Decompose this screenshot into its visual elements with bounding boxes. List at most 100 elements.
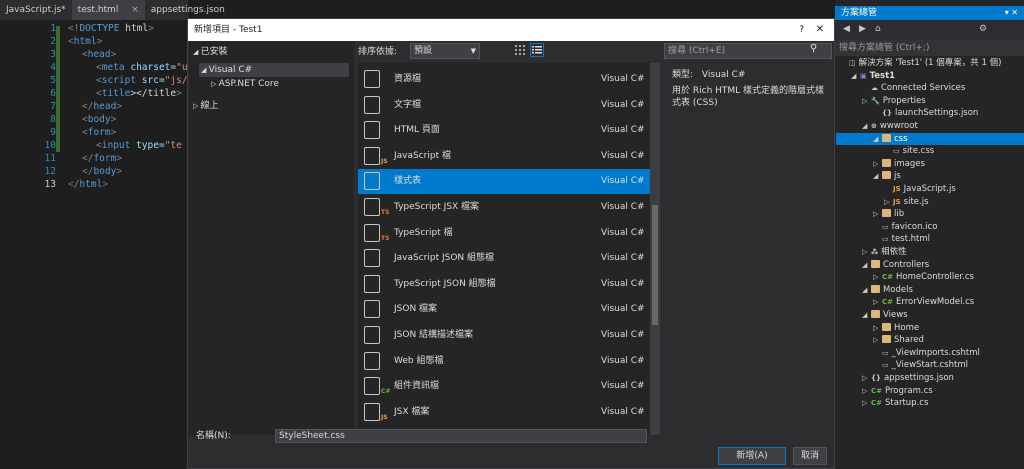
- expand-arrow-icon[interactable]: ◢: [862, 259, 871, 272]
- expand-arrow-icon[interactable]: ◢: [862, 284, 871, 297]
- expand-arrow-icon[interactable]: ▷: [862, 95, 871, 108]
- tree-item[interactable]: ▷ C# ErrorViewModel.cs: [836, 296, 1024, 309]
- back-icon[interactable]: ◀: [843, 24, 850, 34]
- expand-arrow-icon[interactable]: ▷: [862, 397, 871, 410]
- tree-item[interactable]: ▭ test.html: [836, 233, 1024, 246]
- tree-item[interactable]: ▷ C# HomeController.cs: [836, 271, 1024, 284]
- tree-item[interactable]: ◢ Controllers: [836, 259, 1024, 272]
- tree-item[interactable]: ◢ Views: [836, 309, 1024, 322]
- expand-arrow-icon[interactable]: ◢: [873, 133, 882, 146]
- tab-appsettings-json[interactable]: appsettings.json: [145, 0, 231, 20]
- template-name: 樣式表: [394, 176, 422, 187]
- pin-icon[interactable]: ▾ ✕: [1005, 6, 1018, 20]
- wrench-icon[interactable]: ⚙: [979, 24, 987, 34]
- tree-item[interactable]: ▷ C# Startup.cs: [836, 397, 1024, 410]
- template-item[interactable]: 文字檔 Visual C#: [358, 93, 650, 118]
- template-type: Visual C#: [601, 253, 645, 264]
- expand-arrow-icon[interactable]: ▷: [873, 322, 882, 335]
- tree-item[interactable]: ▷ C# Program.cs: [836, 385, 1024, 398]
- tree-item[interactable]: ▷ lib: [836, 208, 1024, 221]
- expand-arrow-icon[interactable]: ▷: [862, 385, 871, 398]
- file-template-icon: JS: [364, 402, 388, 421]
- template-item[interactable]: JavaScript JSON 組態檔 Visual C#: [358, 246, 650, 271]
- template-item[interactable]: JS JSX 檔案 Visual C#: [358, 400, 650, 425]
- installed-header[interactable]: ◢ 已安裝: [193, 45, 228, 59]
- tree-item[interactable]: ▷ Home: [836, 322, 1024, 335]
- tree-item[interactable]: JS JavaScript.js: [836, 183, 1024, 196]
- expand-arrow-icon[interactable]: ▷: [873, 158, 882, 171]
- expand-arrow-icon[interactable]: ◢: [851, 70, 860, 83]
- template-item[interactable]: TS TypeScript JSX 檔案 Visual C#: [358, 195, 650, 220]
- expand-arrow-icon[interactable]: ▷: [873, 334, 882, 347]
- template-item[interactable]: TypeScript JSON 組態檔 Visual C#: [358, 272, 650, 297]
- file-name-input[interactable]: StyleSheet.css: [275, 429, 647, 443]
- tree-item[interactable]: ◢ css: [836, 132, 1024, 146]
- expand-arrow-icon[interactable]: ◢: [873, 170, 882, 183]
- forward-icon[interactable]: ▶: [859, 24, 866, 34]
- tree-visual-csharp[interactable]: ◢ Visual C#: [199, 63, 349, 77]
- tree-item[interactable]: ▷ Shared: [836, 334, 1024, 347]
- wrench-icon: 🔧: [871, 96, 880, 105]
- tree-item[interactable]: ▭ _ViewImports.cshtml: [836, 347, 1024, 360]
- tab-javascript-js[interactable]: JavaScript.js*: [0, 0, 72, 20]
- tree-item[interactable]: ▭ site.css: [836, 145, 1024, 158]
- expand-arrow-icon[interactable]: ▷: [884, 196, 893, 209]
- tree-item[interactable]: ▷{} appsettings.json: [836, 372, 1024, 385]
- cancel-button[interactable]: 取消: [793, 447, 827, 465]
- template-item[interactable]: 樣式表 Visual C#: [358, 169, 650, 195]
- template-item[interactable]: TS TypeScript 檔 Visual C#: [358, 221, 650, 246]
- list-view-icon[interactable]: [530, 43, 544, 57]
- expand-arrow-icon[interactable]: ▷: [873, 271, 882, 284]
- tree-online[interactable]: ▷ 線上: [193, 99, 219, 113]
- tree-item[interactable]: ◢ Models: [836, 284, 1024, 297]
- template-item[interactable]: JSON 結構描述檔案 Visual C#: [358, 323, 650, 348]
- solution-search-input[interactable]: 搜尋方案總管 (Ctrl+;): [835, 40, 1024, 56]
- template-type: Visual C#: [601, 278, 645, 289]
- tree-item[interactable]: ◫ 解決方案 'Test1' (1 個專案，共 1 個): [836, 57, 1024, 70]
- expand-arrow-icon[interactable]: ◢: [862, 120, 871, 133]
- tree-item-label: Views: [883, 310, 908, 320]
- template-item[interactable]: JS JavaScript 檔 Visual C#: [358, 144, 650, 169]
- expand-arrow-icon[interactable]: ▷: [862, 372, 871, 385]
- tree-item[interactable]: {} launchSettings.json: [836, 107, 1024, 120]
- expand-arrow-icon[interactable]: ▷: [862, 246, 871, 259]
- file-template-icon: [364, 70, 380, 88]
- add-new-item-dialog: 新增項目 - Test1 ? ✕ ◢ 已安裝 ◢ Visual C# ▷ ASP…: [187, 18, 835, 469]
- folder-icon: [882, 158, 891, 167]
- grid-view-icon[interactable]: [514, 44, 526, 56]
- tree-aspnet-core[interactable]: ▷ ASP.NET Core: [211, 77, 279, 91]
- template-name: 文字檔: [394, 99, 422, 110]
- close-button[interactable]: ✕: [816, 19, 824, 41]
- template-item[interactable]: JSON 檔案 Visual C#: [358, 297, 650, 322]
- tree-item[interactable]: ▭ favicon.ico: [836, 221, 1024, 234]
- close-icon[interactable]: ×: [131, 5, 139, 15]
- tree-item[interactable]: ◢ ▣ Test1: [836, 70, 1024, 83]
- tree-item[interactable]: ◢ js: [836, 170, 1024, 183]
- tree-item[interactable]: ☁ Connected Services: [836, 82, 1024, 95]
- template-name: TypeScript JSX 檔案: [394, 202, 480, 212]
- add-button[interactable]: 新增(A): [718, 447, 786, 465]
- search-icon[interactable]: ⚲: [810, 43, 817, 54]
- tree-item[interactable]: ▷ images: [836, 158, 1024, 171]
- tree-item[interactable]: ▭ _ViewStart.cshtml: [836, 359, 1024, 372]
- template-item[interactable]: 資源檔 Visual C#: [358, 67, 650, 92]
- tree-item[interactable]: ▷ ⁂ 相依性: [836, 246, 1024, 259]
- expand-arrow-icon[interactable]: ▷: [873, 208, 882, 221]
- expand-arrow-icon[interactable]: ▷: [873, 296, 882, 309]
- scrollbar-thumb[interactable]: [652, 205, 658, 325]
- expand-arrow-icon[interactable]: ◢: [862, 309, 871, 322]
- sort-dropdown[interactable]: 預設 ▼: [410, 43, 480, 59]
- template-name: Web 組態檔: [394, 355, 444, 366]
- line-number: 7: [50, 101, 56, 112]
- tree-item[interactable]: ◢ ⊕ wwwroot: [836, 120, 1024, 133]
- tree-item[interactable]: ▷ 🔧 Properties: [836, 95, 1024, 108]
- tree-item[interactable]: ▷ JS site.js: [836, 196, 1024, 209]
- cloud-icon: ☁: [871, 84, 878, 93]
- template-search-input[interactable]: 搜尋 (Ctrl+E): [664, 43, 832, 59]
- home-icon[interactable]: ⌂: [875, 24, 881, 34]
- template-item[interactable]: C# 組件資訊檔 Visual C#: [358, 374, 650, 399]
- tab-test-html[interactable]: test.html ×: [71, 0, 145, 20]
- template-item[interactable]: Web 組態檔 Visual C#: [358, 349, 650, 374]
- template-item[interactable]: HTML 頁面 Visual C#: [358, 118, 650, 143]
- help-button[interactable]: ?: [799, 19, 804, 41]
